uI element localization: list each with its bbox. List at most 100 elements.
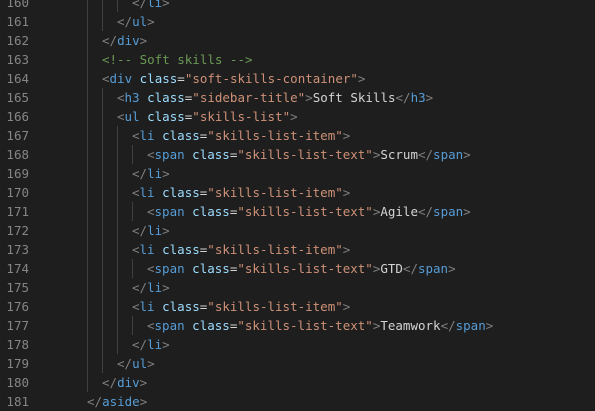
code-punctuation: <	[147, 204, 155, 219]
code-attribute: class	[162, 128, 200, 143]
code-string: "skills-list-text"	[237, 204, 373, 219]
code-tag-name: span	[154, 261, 185, 276]
code-content: </aside>	[87, 392, 147, 411]
indent-guide	[87, 259, 88, 278]
indent-guide	[87, 12, 88, 31]
code-tag-name: h3	[124, 90, 140, 105]
line-number: 160	[6, 0, 29, 10]
code-line[interactable]: 168 <span class="skills-list-text">Scrum<…	[0, 145, 595, 164]
indent-guide	[102, 335, 103, 354]
code-lines[interactable]: 160 </li> 161 </ul> 162 </div> 163 <!-- Soft sk…	[0, 0, 595, 411]
indent-guide	[87, 69, 88, 88]
code-tag-name: ul	[124, 109, 140, 124]
code-string: "skills-list-item"	[207, 128, 343, 143]
indent-guide	[102, 316, 103, 335]
code-text: Agile	[380, 204, 418, 219]
code-editor[interactable]: 160 </li> 161 </ul> 162 </div> 163 <!-- Soft sk…	[0, 0, 595, 411]
indent-guide	[102, 278, 103, 297]
code-punctuation: </	[395, 90, 411, 105]
code-tag-name: span	[433, 147, 464, 162]
code-string: "skills-list-item"	[207, 185, 343, 200]
code-text: GTD	[380, 261, 403, 276]
code-content: <span class="skills-list-text">Scrum</sp…	[147, 145, 471, 164]
code-string: "soft-skills-container"	[184, 71, 358, 86]
indent-guide	[117, 183, 118, 202]
code-line[interactable]: 170 <li class="skills-list-item">	[0, 183, 595, 202]
code-line[interactable]: 161 </ul>	[0, 12, 595, 31]
code-tag-name: ul	[132, 14, 148, 29]
code-punctuation: >	[162, 166, 170, 181]
code-content: <li class="skills-list-item">	[132, 240, 350, 259]
code-punctuation: >	[463, 147, 471, 162]
code-attribute: class	[192, 147, 230, 162]
code-tag-name: aside	[102, 394, 140, 409]
code-line[interactable]: 162 </div>	[0, 31, 595, 50]
line-number: 179	[6, 356, 29, 371]
code-line[interactable]: 181 </aside>	[0, 392, 595, 411]
code-content: <ul class="skills-list">	[117, 107, 298, 126]
code-punctuation: </	[402, 261, 418, 276]
code-line[interactable]: 164 <div class="soft-skills-container">	[0, 69, 595, 88]
code-line[interactable]: 163 <!-- Soft skills -->	[0, 50, 595, 69]
code-line[interactable]: 173 <li class="skills-list-item">	[0, 240, 595, 259]
code-line[interactable]: 160 </li>	[0, 0, 595, 12]
code-line[interactable]: 178 </li>	[0, 335, 595, 354]
code-line[interactable]: 177 <span class="skills-list-text">Teamwo…	[0, 316, 595, 335]
indent-guide	[102, 259, 103, 278]
code-tag-name: li	[147, 280, 163, 295]
code-line[interactable]: 174 <span class="skills-list-text">GTD</s…	[0, 259, 595, 278]
code-line[interactable]: 171 <span class="skills-list-text">Agile<…	[0, 202, 595, 221]
code-tag-name: span	[455, 318, 486, 333]
code-line[interactable]: 166 <ul class="skills-list">	[0, 107, 595, 126]
code-content: <div class="soft-skills-container">	[102, 69, 365, 88]
line-number: 164	[6, 71, 29, 86]
code-punctuation: </	[440, 318, 456, 333]
line-number: 173	[6, 242, 29, 257]
indent-guide	[87, 297, 88, 316]
code-punctuation: >	[139, 33, 148, 48]
indent-guide	[132, 316, 133, 335]
indent-guide	[102, 88, 103, 107]
code-line[interactable]: 172 </li>	[0, 221, 595, 240]
code-line[interactable]: 180 </div>	[0, 373, 595, 392]
code-punctuation: >	[162, 337, 170, 352]
code-string: "skills-list-text"	[237, 318, 373, 333]
indent-guide	[87, 164, 88, 183]
code-line[interactable]: 165 <h3 class="sidebar-title">Soft Skills…	[0, 88, 595, 107]
indent-guide	[87, 126, 88, 145]
code-line[interactable]: 167 <li class="skills-list-item">	[0, 126, 595, 145]
code-punctuation: >	[305, 90, 313, 105]
indent-guide	[87, 145, 88, 164]
code-punctuation: </	[117, 356, 133, 371]
indent-guide	[132, 145, 133, 164]
code-punctuation: >	[162, 280, 170, 295]
indent-guide	[102, 202, 103, 221]
code-punctuation: <	[117, 109, 125, 124]
code-content: <li class="skills-list-item">	[132, 297, 350, 316]
code-punctuation: </	[132, 280, 148, 295]
indent-guide	[117, 297, 118, 316]
code-punctuation: </	[102, 33, 118, 48]
indent-guide	[117, 316, 118, 335]
code-line[interactable]: 176 <li class="skills-list-item">	[0, 297, 595, 316]
code-attribute: class	[162, 185, 200, 200]
indent-guide	[117, 164, 118, 183]
code-content: </li>	[132, 0, 170, 12]
indent-guide	[87, 278, 88, 297]
code-line[interactable]: 179 </ul>	[0, 354, 595, 373]
code-punctuation: >	[448, 261, 456, 276]
line-number: 165	[6, 90, 29, 105]
code-punctuation: <	[132, 185, 140, 200]
code-line[interactable]: 169 </li>	[0, 164, 595, 183]
code-line[interactable]: 175 </li>	[0, 278, 595, 297]
indent-guide	[102, 297, 103, 316]
code-content: </ul>	[117, 354, 155, 373]
code-tag-name: li	[147, 0, 163, 10]
indent-guide	[102, 126, 103, 145]
code-punctuation: >	[342, 299, 351, 314]
code-punctuation: >	[139, 375, 148, 390]
